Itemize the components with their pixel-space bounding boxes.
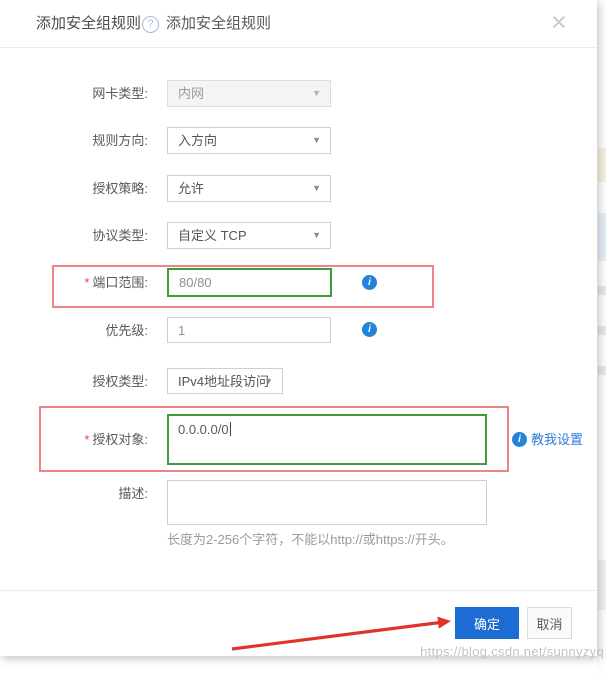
nic-type-label: 网卡类型: <box>92 86 148 101</box>
description-label: 描述: <box>118 486 148 501</box>
form-row-auth-type: 授权类型: IPv4地址段访问 ▼ <box>0 368 597 394</box>
auth-type-label: 授权类型: <box>92 374 148 389</box>
page-edge-fragment <box>598 326 606 335</box>
screen: 添加安全组规则 ? 添加安全组规则 × 网卡类型: 内网 ▼ 规则方向: 入方向… <box>0 0 606 673</box>
port-range-input[interactable] <box>167 268 332 297</box>
nic-type-select: 内网 ▼ <box>167 80 331 107</box>
direction-value: 入方向 <box>178 133 218 148</box>
form-row-priority: 优先级: i <box>0 317 597 343</box>
direction-select[interactable]: 入方向 ▼ <box>167 127 331 154</box>
nic-type-value: 内网 <box>178 86 205 101</box>
required-mark: * <box>84 275 90 290</box>
dialog-title: 添加安全组规则 <box>36 15 142 32</box>
priority-label: 优先级: <box>105 323 148 338</box>
form-row-port-range: *端口范围: i <box>0 268 597 301</box>
form-row-nic-type: 网卡类型: 内网 ▼ <box>0 80 597 107</box>
dialog-header: 添加安全组规则 ? 添加安全组规则 × <box>0 0 597 48</box>
dialog-subtitle: 添加安全组规则 <box>166 15 272 32</box>
policy-select[interactable]: 允许 ▼ <box>167 175 331 202</box>
page-edge-fragment <box>598 148 606 182</box>
auth-object-value: 0.0.0.0/0 <box>178 422 229 437</box>
page-edge-fragment <box>598 560 606 610</box>
port-range-label-text: 端口范围: <box>92 275 148 290</box>
background-page-edge <box>597 0 606 673</box>
auth-object-label-text: 授权对象: <box>92 432 148 447</box>
help-icon[interactable]: ? <box>142 16 159 33</box>
form-row-protocol: 协议类型: 自定义 TCP ▼ <box>0 222 597 249</box>
port-range-label: * 端口范围: <box>0 268 148 297</box>
protocol-select[interactable]: 自定义 TCP ▼ <box>167 222 331 249</box>
auth-type-select[interactable]: IPv4地址段访问 ▼ <box>167 368 283 394</box>
page-edge-fragment <box>598 366 606 375</box>
chevron-down-icon: ▼ <box>312 183 321 193</box>
teach-me-link[interactable]: 教我设置 <box>531 432 583 448</box>
priority-input[interactable] <box>167 317 331 343</box>
direction-label: 规则方向: <box>92 133 148 148</box>
chevron-down-icon: ▼ <box>264 376 273 386</box>
chevron-down-icon: ▼ <box>312 135 321 145</box>
policy-value: 允许 <box>178 181 205 196</box>
info-icon[interactable]: i <box>362 275 377 290</box>
page-edge-fragment <box>598 286 606 295</box>
auth-object-label: * 授权对象: <box>0 414 148 465</box>
info-icon[interactable]: i <box>362 322 377 337</box>
chevron-down-icon: ▼ <box>312 230 321 240</box>
footer-divider <box>0 590 597 591</box>
policy-label: 授权策略: <box>92 181 148 196</box>
description-hint: 长度为2-256个字符，不能以http://或https://开头。 <box>167 532 454 547</box>
text-cursor <box>229 422 231 436</box>
required-mark: * <box>84 432 90 447</box>
form-row-auth-object: * 授权对象: 0.0.0.0/0 i 教我设置 <box>0 414 597 465</box>
close-icon[interactable]: × <box>551 7 567 37</box>
form-row-description: 描述: <box>0 480 597 525</box>
add-security-group-rule-dialog: 添加安全组规则 ? 添加安全组规则 × 网卡类型: 内网 ▼ 规则方向: 入方向… <box>0 0 597 656</box>
chevron-down-icon: ▼ <box>312 88 321 98</box>
auth-type-value: IPv4地址段访问 <box>178 374 270 389</box>
info-icon[interactable]: i <box>512 432 527 447</box>
confirm-button[interactable]: 确定 <box>455 607 519 639</box>
auth-object-textarea[interactable]: 0.0.0.0/0 <box>167 414 487 465</box>
cancel-button[interactable]: 取消 <box>527 607 572 639</box>
form-row-direction: 规则方向: 入方向 ▼ <box>0 127 597 154</box>
page-edge-fragment <box>598 213 606 261</box>
watermark: https://blog.csdn.net/sunnyzyq <box>420 644 604 659</box>
form-row-policy: 授权策略: 允许 ▼ <box>0 175 597 202</box>
description-textarea[interactable] <box>167 480 487 525</box>
protocol-value: 自定义 TCP <box>178 228 247 243</box>
protocol-label: 协议类型: <box>92 228 148 243</box>
